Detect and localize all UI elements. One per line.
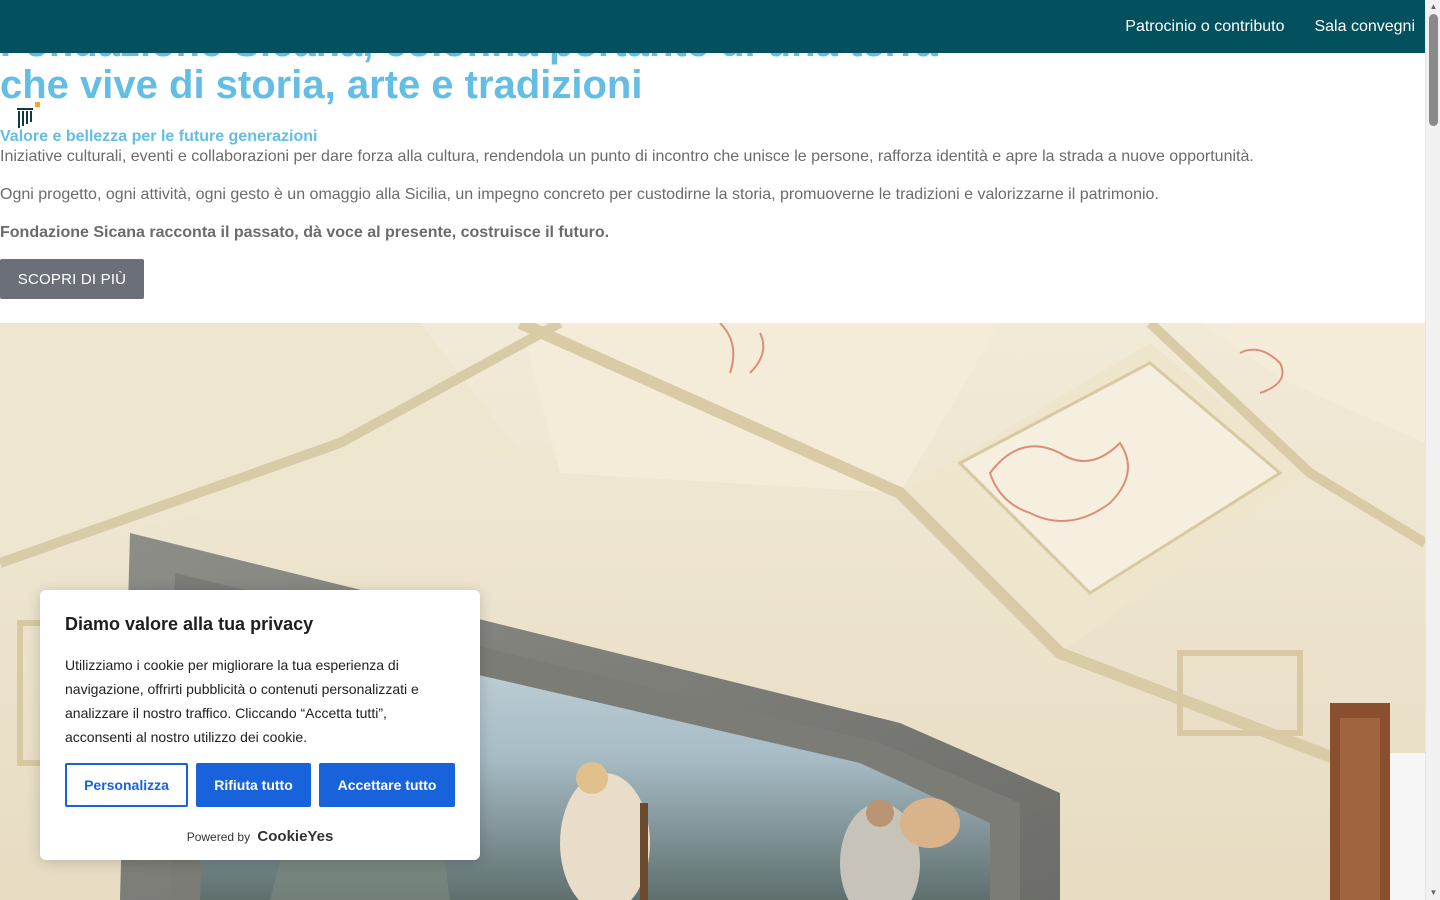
cookie-banner-actions: Personalizza Rifiuta tutto Accettare tut…	[65, 763, 455, 807]
cookieyes-logo[interactable]: CookieYes	[257, 828, 333, 845]
hero-title-line2: che vive di storia, arte e tradizioni	[0, 63, 643, 107]
hero-paragraph-1: Iniziative culturali, eventi e collabora…	[0, 148, 1254, 165]
main-nav: Patrocinio o contributo Sala convegni	[1125, 0, 1415, 53]
page-scrollbar[interactable]: ▲ ▼	[1425, 0, 1440, 900]
customize-button[interactable]: Personalizza	[65, 763, 188, 807]
cookie-banner: Diamo valore alla tua privacy Utilizziam…	[40, 590, 480, 860]
logo-icon[interactable]	[14, 100, 44, 130]
cookie-banner-title: Diamo valore alla tua privacy	[65, 614, 314, 634]
powered-by-label: Powered by	[186, 830, 251, 844]
site-header: Patrocinio o contributo Sala convegni	[0, 0, 1425, 53]
reject-all-button[interactable]: Rifiuta tutto	[196, 763, 311, 807]
scroll-down-icon[interactable]: ▼	[1429, 888, 1438, 898]
accept-all-button[interactable]: Accettare tutto	[319, 763, 455, 807]
scrollbar-thumb[interactable]	[1429, 14, 1438, 126]
nav-item-patrocinio[interactable]: Patrocinio o contributo	[1125, 18, 1284, 36]
scroll-up-icon[interactable]: ▲	[1429, 2, 1438, 12]
hero-paragraph-3: Fondazione Sicana racconta il passato, d…	[0, 224, 610, 241]
powered-by: Powered by CookieYes	[40, 828, 480, 845]
discover-more-button[interactable]: SCOPRI DI PIÙ	[0, 259, 144, 299]
cookie-banner-text: Utilizziamo i cookie per migliorare la t…	[65, 657, 419, 745]
nav-item-sala-convegni[interactable]: Sala convegni	[1314, 18, 1415, 36]
hero-subtitle: Valore e bellezza per le future generazi…	[0, 128, 318, 145]
hero-paragraph-2: Ogni progetto, ogni attività, ogni gesto…	[0, 186, 1159, 203]
